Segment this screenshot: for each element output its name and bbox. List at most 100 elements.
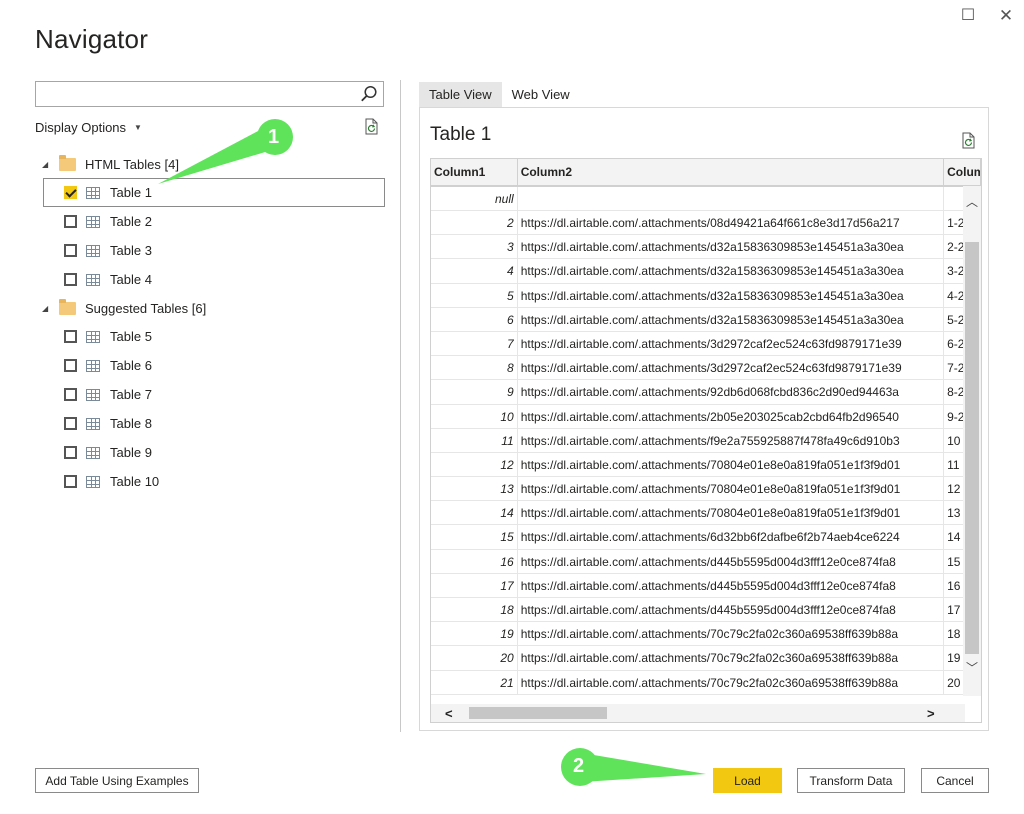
checkbox[interactable]	[64, 186, 77, 199]
scroll-left-icon[interactable]: <	[445, 706, 453, 721]
table-row[interactable]: 2 https://dl.airtable.com/.attachments/08…	[431, 211, 981, 236]
vertical-scroll-thumb[interactable]	[965, 242, 979, 654]
table-cell[interactable]: 10	[431, 404, 518, 428]
checkbox[interactable]	[64, 359, 77, 372]
table-cell[interactable]: https://dl.airtable.com/.attachments/d44…	[518, 549, 945, 573]
checkbox[interactable]	[64, 388, 77, 401]
display-options-dropdown[interactable]: Display Options ▼	[35, 120, 142, 135]
vertical-scrollbar[interactable]: ︿ ﹀	[963, 186, 981, 696]
table-cell[interactable]: 15	[431, 525, 518, 549]
search-input[interactable]	[36, 82, 356, 106]
checkbox[interactable]	[64, 330, 77, 343]
tab-table-view[interactable]: Table View	[419, 82, 502, 107]
table-cell[interactable]: null	[431, 187, 518, 210]
tree-item-table-10[interactable]: Table 10	[35, 467, 385, 496]
table-row[interactable]: 10 https://dl.airtable.com/.attachments/2…	[431, 404, 981, 429]
table-cell[interactable]: 5	[431, 283, 518, 307]
table-cell[interactable]	[518, 187, 945, 210]
table-cell[interactable]: 13	[431, 477, 518, 501]
tab-web-view[interactable]: Web View	[502, 82, 580, 107]
table-row[interactable]: 5 https://dl.airtable.com/.attachments/d3…	[431, 283, 981, 308]
checkbox[interactable]	[64, 215, 77, 228]
table-row[interactable]: 17 https://dl.airtable.com/.attachments/d…	[431, 573, 981, 598]
table-row[interactable]: 15 https://dl.airtable.com/.attachments/6…	[431, 525, 981, 550]
table-cell[interactable]: https://dl.airtable.com/.attachments/6d3…	[518, 525, 945, 549]
tree-item-table-7[interactable]: Table 7	[35, 380, 385, 409]
pane-divider[interactable]	[400, 80, 401, 732]
search-box[interactable]	[35, 81, 384, 107]
table-cell[interactable]: 16	[431, 549, 518, 573]
table-row[interactable]: 3 https://dl.airtable.com/.attachments/d3…	[431, 235, 981, 260]
table-cell[interactable]: 7	[431, 331, 518, 356]
table-cell[interactable]: https://dl.airtable.com/.attachments/3d2…	[518, 356, 945, 380]
table-cell[interactable]: https://dl.airtable.com/.attachments/d32…	[518, 235, 945, 259]
search-icon[interactable]	[360, 85, 378, 103]
table-cell[interactable]: 21	[431, 670, 518, 694]
table-cell[interactable]: https://dl.airtable.com/.attachments/3d2…	[518, 331, 945, 356]
tree-item-table-9[interactable]: Table 9	[35, 438, 385, 467]
table-row[interactable]: 18 https://dl.airtable.com/.attachments/d…	[431, 598, 981, 623]
table-cell[interactable]: 11	[431, 428, 518, 452]
tree-item-table-4[interactable]: Table 4	[35, 265, 385, 294]
expand-triangle-icon[interactable]: ◢	[42, 160, 51, 169]
cancel-button[interactable]: Cancel	[921, 768, 989, 793]
table-row[interactable]: 21 https://dl.airtable.com/.attachments/7…	[431, 670, 981, 695]
table-cell[interactable]: 4	[431, 259, 518, 283]
table-cell[interactable]: https://dl.airtable.com/.attachments/70c…	[518, 646, 945, 670]
checkbox[interactable]	[64, 273, 77, 286]
scroll-up-icon[interactable]: ︿	[965, 196, 979, 208]
table-row[interactable]: null	[431, 186, 981, 211]
scroll-right-icon[interactable]: >	[927, 706, 935, 721]
table-cell[interactable]: 18	[431, 598, 518, 622]
table-cell[interactable]: https://dl.airtable.com/.attachments/f9e…	[518, 428, 945, 452]
add-table-using-examples-button[interactable]: Add Table Using Examples	[35, 768, 199, 793]
tree-item-table-8[interactable]: Table 8	[35, 409, 385, 438]
group-suggested-tables[interactable]: ◢ Suggested Tables [6]	[35, 294, 385, 322]
tree-item-table-2[interactable]: Table 2	[35, 207, 385, 236]
table-cell[interactable]: https://dl.airtable.com/.attachments/70c…	[518, 670, 945, 694]
refresh-icon[interactable]	[961, 132, 977, 150]
checkbox[interactable]	[64, 475, 77, 488]
checkbox[interactable]	[64, 244, 77, 257]
expand-triangle-icon[interactable]: ◢	[42, 304, 51, 313]
table-cell[interactable]: 6	[431, 307, 518, 331]
column-header[interactable]: Colum	[944, 159, 981, 185]
column-header[interactable]: Column1	[431, 159, 518, 185]
table-cell[interactable]: 17	[431, 573, 518, 597]
tree-item-table-3[interactable]: Table 3	[35, 236, 385, 265]
horizontal-scrollbar[interactable]: < >	[431, 704, 965, 722]
table-cell[interactable]: 14	[431, 501, 518, 525]
tree-item-table-5[interactable]: Table 5	[35, 322, 385, 351]
close-button[interactable]: ✕	[996, 6, 1016, 26]
table-cell[interactable]: https://dl.airtable.com/.attachments/d32…	[518, 283, 945, 307]
table-row[interactable]: 12 https://dl.airtable.com/.attachments/7…	[431, 452, 981, 478]
table-cell[interactable]: https://dl.airtable.com/.attachments/2b0…	[518, 404, 945, 428]
maximize-button[interactable]: ☐	[958, 6, 978, 26]
table-cell[interactable]: 9	[431, 380, 518, 404]
tree-item-table-6[interactable]: Table 6	[35, 351, 385, 380]
table-cell[interactable]: 20	[431, 646, 518, 670]
table-cell[interactable]: 2	[431, 211, 518, 235]
checkbox[interactable]	[64, 417, 77, 430]
table-cell[interactable]: 19	[431, 622, 518, 646]
table-row[interactable]: 8 https://dl.airtable.com/.attachments/3d…	[431, 356, 981, 381]
table-row[interactable]: 9 https://dl.airtable.com/.attachments/92…	[431, 380, 981, 405]
table-cell[interactable]: https://dl.airtable.com/.attachments/d32…	[518, 307, 945, 331]
table-row[interactable]: 11 https://dl.airtable.com/.attachments/f…	[431, 428, 981, 453]
table-row[interactable]: 13 https://dl.airtable.com/.attachments/7…	[431, 477, 981, 502]
table-cell[interactable]: 3	[431, 235, 518, 259]
column-header[interactable]: Column2	[518, 159, 945, 185]
table-row[interactable]: 14 https://dl.airtable.com/.attachments/7…	[431, 501, 981, 526]
table-cell[interactable]: https://dl.airtable.com/.attachments/d32…	[518, 259, 945, 283]
table-row[interactable]: 16 https://dl.airtable.com/.attachments/d…	[431, 549, 981, 574]
checkbox[interactable]	[64, 446, 77, 459]
table-cell[interactable]: https://dl.airtable.com/.attachments/08d…	[518, 211, 945, 235]
table-cell[interactable]: https://dl.airtable.com/.attachments/708…	[518, 452, 945, 477]
table-cell[interactable]: 8	[431, 356, 518, 380]
table-cell[interactable]: https://dl.airtable.com/.attachments/d44…	[518, 573, 945, 597]
refresh-icon[interactable]	[364, 118, 380, 136]
table-row[interactable]: 6 https://dl.airtable.com/.attachments/d3…	[431, 307, 981, 332]
table-cell[interactable]: https://dl.airtable.com/.attachments/d44…	[518, 598, 945, 622]
table-cell[interactable]: https://dl.airtable.com/.attachments/70c…	[518, 622, 945, 646]
horizontal-scroll-thumb[interactable]	[469, 707, 607, 719]
